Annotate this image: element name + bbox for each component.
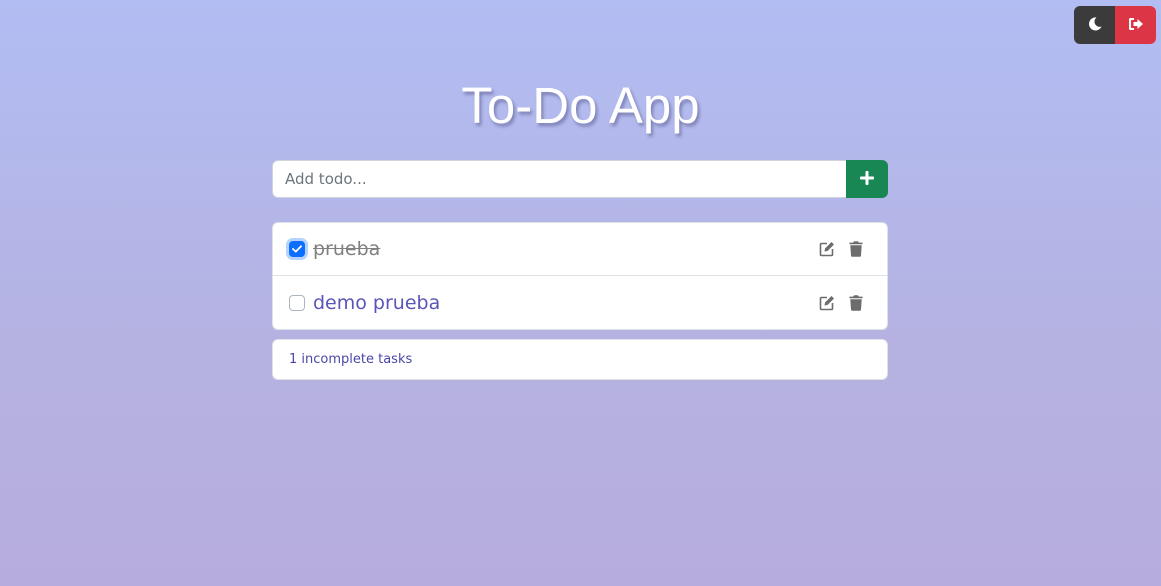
incomplete-tasks-count: 1 incomplete tasks bbox=[289, 352, 413, 367]
sign-out-icon bbox=[1128, 17, 1144, 34]
top-controls bbox=[1074, 6, 1156, 44]
moon-icon bbox=[1087, 16, 1103, 35]
todo-actions bbox=[807, 240, 865, 258]
task-footer: 1 incomplete tasks bbox=[272, 339, 888, 380]
trash-icon[interactable] bbox=[847, 294, 865, 312]
plus-icon bbox=[860, 170, 874, 188]
todo-text[interactable]: prueba bbox=[313, 238, 807, 260]
logout-button[interactable] bbox=[1115, 6, 1156, 44]
todo-actions bbox=[807, 294, 865, 312]
todo-item: demo prueba bbox=[273, 276, 887, 329]
trash-icon[interactable] bbox=[847, 240, 865, 258]
todo-checkbox[interactable] bbox=[289, 294, 305, 311]
edit-icon[interactable] bbox=[818, 294, 836, 312]
dark-mode-button[interactable] bbox=[1074, 6, 1115, 44]
add-todo-button[interactable] bbox=[846, 160, 888, 198]
todo-text[interactable]: demo prueba bbox=[313, 292, 807, 314]
todo-list: prueba demo prueba bbox=[272, 222, 888, 330]
todo-checkbox[interactable] bbox=[289, 241, 305, 257]
add-todo-input[interactable] bbox=[272, 160, 846, 198]
edit-icon[interactable] bbox=[818, 240, 836, 258]
page-title: To-Do App bbox=[461, 77, 700, 134]
add-todo-form bbox=[272, 160, 888, 198]
todo-item: prueba bbox=[273, 223, 887, 276]
